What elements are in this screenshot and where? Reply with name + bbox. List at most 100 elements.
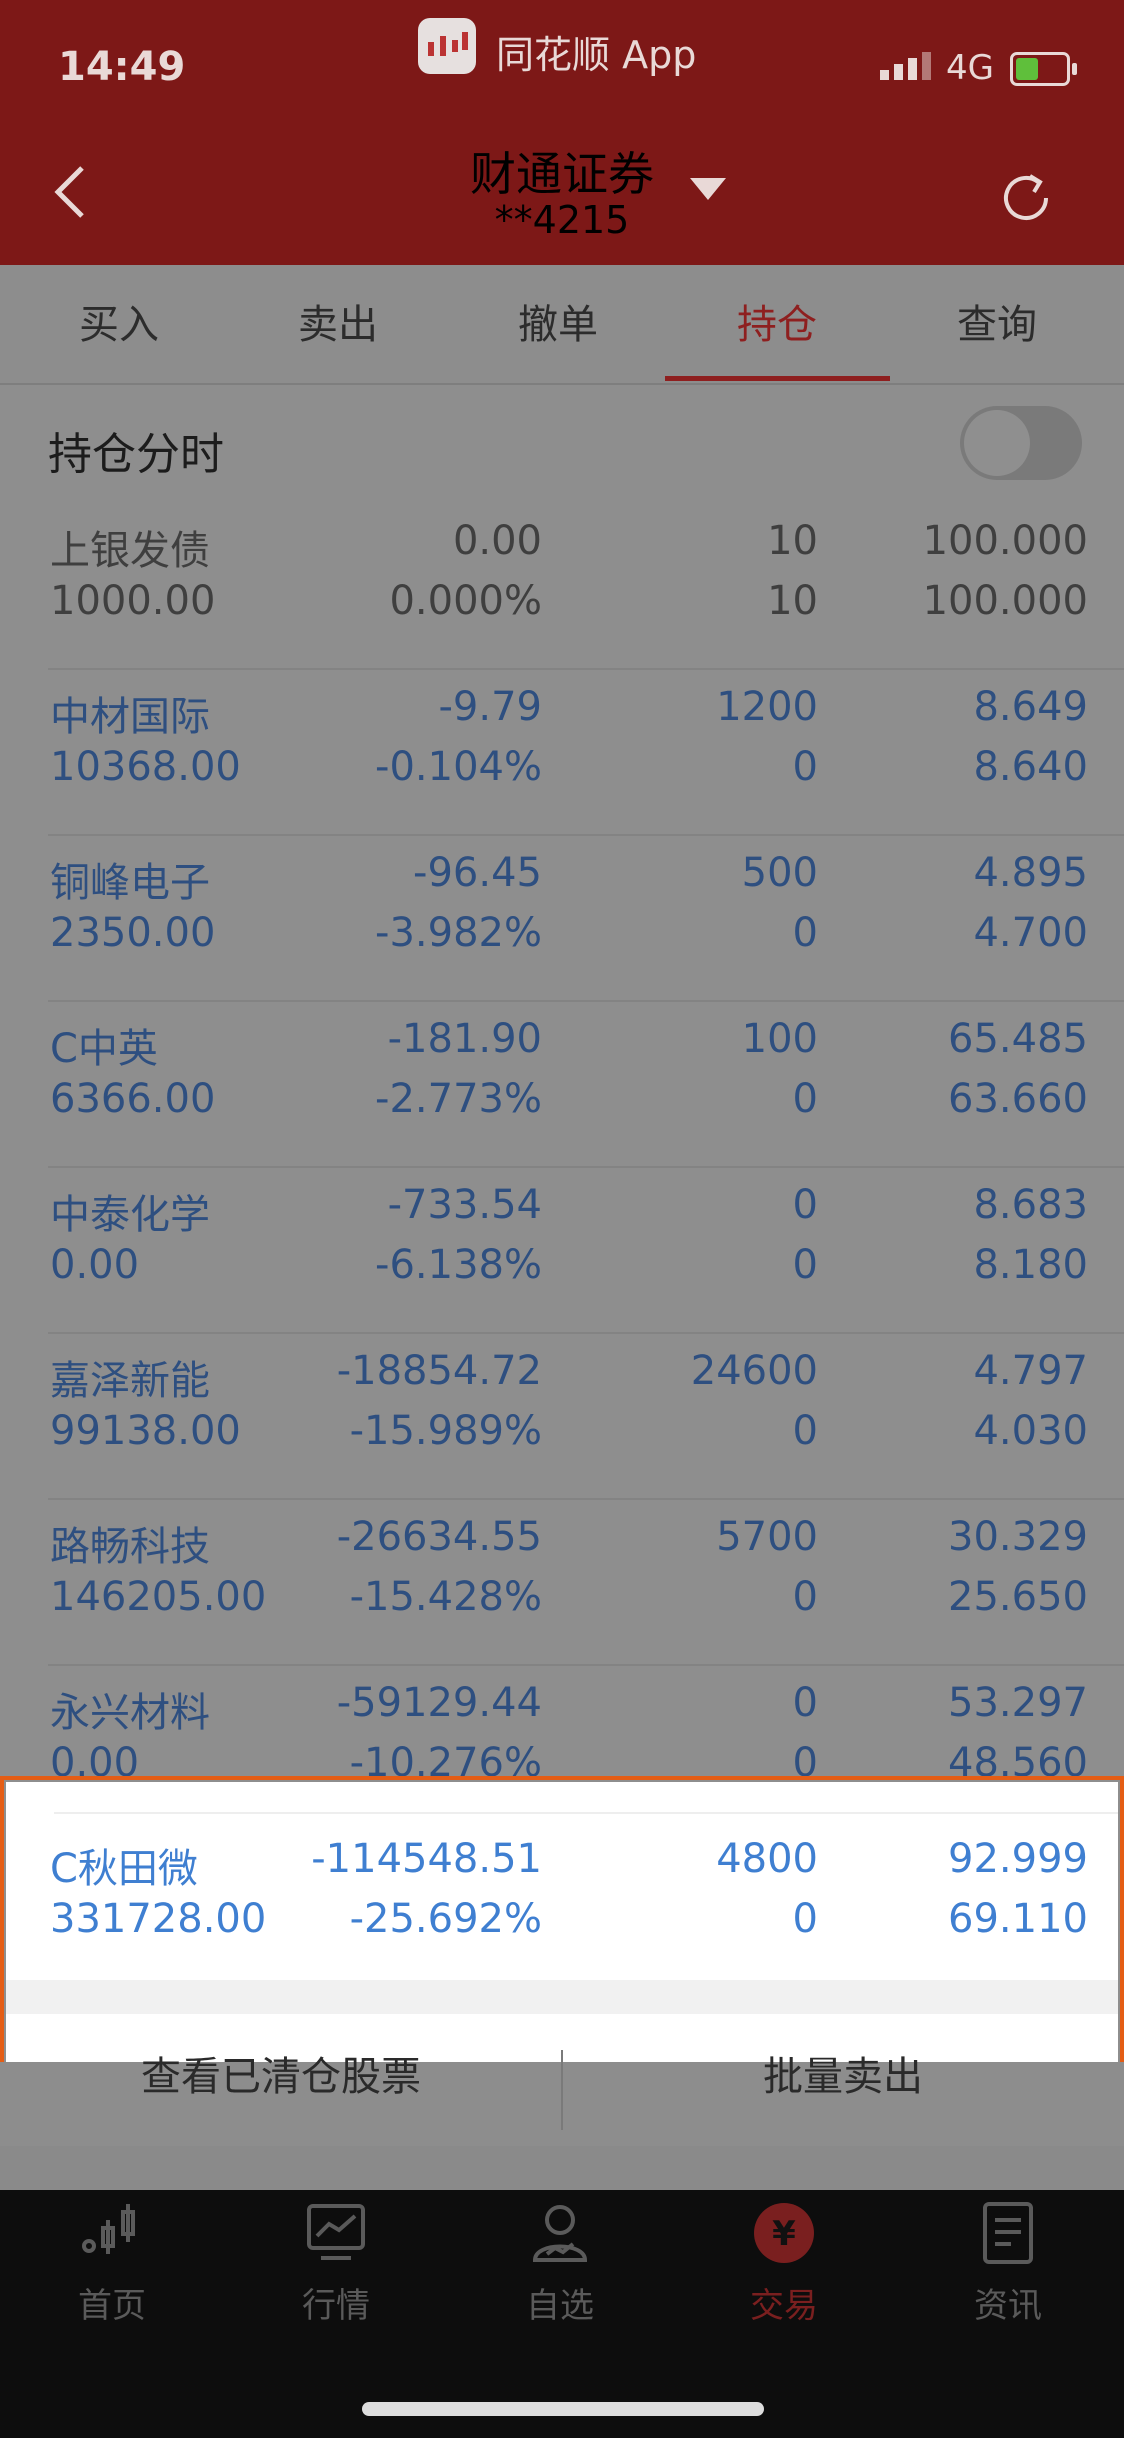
cost-price: 30.329 bbox=[948, 1514, 1088, 1560]
quantity: 100 bbox=[741, 1016, 818, 1062]
content-bottom bbox=[0, 2146, 1124, 2190]
signal-icon bbox=[880, 52, 936, 80]
cost-price: 8.683 bbox=[973, 1182, 1088, 1228]
quantity: 24600 bbox=[690, 1348, 818, 1394]
tab-query[interactable]: 查询 bbox=[885, 265, 1109, 383]
tab-sell[interactable]: 卖出 bbox=[226, 265, 450, 383]
profit-loss: -18854.72 bbox=[336, 1348, 542, 1394]
tabbar-label: 自选 bbox=[526, 2286, 594, 2326]
quantity: 10 bbox=[767, 518, 818, 564]
refresh-icon[interactable] bbox=[994, 166, 1058, 230]
market-value: 99138.00 bbox=[50, 1408, 241, 1454]
profit-loss: -733.54 bbox=[387, 1182, 542, 1228]
view-cleared-button[interactable]: 查看已清仓股票 bbox=[0, 2057, 562, 2097]
holding-row[interactable]: 上银发债 0.00 10 100.000 1000.00 0.000% 10 1… bbox=[0, 504, 1124, 670]
highlight-frame bbox=[0, 1776, 1124, 2066]
holding-row[interactable]: 中泰化学 -733.54 0 8.683 0.00 -6.138% 0 8.18… bbox=[0, 1168, 1124, 1334]
stock-name: 中材国际 bbox=[50, 694, 210, 740]
batch-sell-button[interactable]: 批量卖出 bbox=[562, 2057, 1124, 2097]
current-price: 4.700 bbox=[973, 910, 1088, 956]
status-bar: 14:49 同花顺 App 4G bbox=[0, 0, 1124, 130]
cost-price: 100.000 bbox=[922, 518, 1088, 564]
market-value: 10368.00 bbox=[50, 744, 241, 790]
available-quantity: 0 bbox=[792, 1408, 818, 1454]
profit-loss: -9.79 bbox=[438, 684, 543, 730]
quantity: 5700 bbox=[716, 1514, 818, 1560]
tabbar-news[interactable]: 资讯 bbox=[896, 2198, 1120, 2327]
tab-cancel[interactable]: 撤单 bbox=[446, 265, 670, 383]
battery-icon bbox=[1010, 52, 1077, 86]
profit-loss: -181.90 bbox=[387, 1016, 542, 1062]
holding-row[interactable]: 铜峰电子 -96.45 500 4.895 2350.00 -3.982% 0 … bbox=[0, 836, 1124, 1002]
stock-name: 上银发债 bbox=[50, 528, 210, 574]
tabbar-label: 首页 bbox=[78, 2286, 146, 2326]
profit-percent: -15.428% bbox=[349, 1574, 542, 1620]
profit-loss: 0.00 bbox=[452, 518, 542, 564]
stock-name: 嘉泽新能 bbox=[50, 1358, 210, 1404]
hold-time-label: 持仓分时 bbox=[48, 429, 224, 480]
chevron-down-icon[interactable] bbox=[690, 178, 726, 200]
account-number: **4215 bbox=[494, 198, 630, 242]
cost-price: 4.797 bbox=[973, 1348, 1088, 1394]
cost-price: 4.895 bbox=[973, 850, 1088, 896]
cost-price: 65.485 bbox=[948, 1016, 1088, 1062]
profit-percent: -2.773% bbox=[375, 1076, 542, 1122]
profit-loss: -96.45 bbox=[413, 850, 542, 896]
available-quantity: 0 bbox=[792, 1574, 818, 1620]
current-price: 63.660 bbox=[948, 1076, 1088, 1122]
market-value: 146205.00 bbox=[50, 1574, 267, 1620]
market-value: 6366.00 bbox=[50, 1076, 216, 1122]
tabbar-label: 资讯 bbox=[974, 2286, 1042, 2326]
tab-holdings[interactable]: 持仓 bbox=[665, 265, 889, 383]
available-quantity: 0 bbox=[792, 1076, 818, 1122]
holding-row[interactable]: C中英 -181.90 100 65.485 6366.00 -2.773% 0… bbox=[0, 1002, 1124, 1168]
holding-row[interactable]: 嘉泽新能 -18854.72 24600 4.797 99138.00 -15.… bbox=[0, 1334, 1124, 1500]
trade-tabs: 买入 卖出 撤单 持仓 查询 bbox=[0, 265, 1124, 385]
stock-name: C中英 bbox=[50, 1026, 158, 1072]
candlestick-icon bbox=[77, 2198, 147, 2268]
profit-loss: -26634.55 bbox=[336, 1514, 542, 1560]
cost-price: 8.649 bbox=[973, 684, 1088, 730]
tabbar-market[interactable]: 行情 bbox=[224, 2198, 448, 2327]
tabbar-trade[interactable]: ¥ 交易 bbox=[672, 2198, 896, 2327]
broker-title[interactable]: 财通证券 bbox=[0, 138, 1124, 204]
available-quantity: 0 bbox=[792, 1242, 818, 1288]
available-quantity: 0 bbox=[792, 744, 818, 790]
market-value: 1000.00 bbox=[50, 578, 216, 624]
profit-percent: 0.000% bbox=[389, 578, 542, 624]
active-tab-indicator bbox=[665, 376, 890, 381]
quantity: 1200 bbox=[716, 684, 818, 730]
yen-icon: ¥ bbox=[749, 2198, 819, 2268]
holding-row[interactable]: 路畅科技 -26634.55 5700 30.329 146205.00 -15… bbox=[0, 1500, 1124, 1666]
profit-percent: -15.989% bbox=[349, 1408, 542, 1454]
quantity: 500 bbox=[741, 850, 818, 896]
current-price: 8.180 bbox=[973, 1242, 1088, 1288]
quantity: 0 bbox=[792, 1680, 818, 1726]
stock-name: 中泰化学 bbox=[50, 1192, 210, 1238]
source-app-name[interactable]: 同花顺 App bbox=[496, 24, 696, 79]
holding-row[interactable]: 中材国际 -9.79 1200 8.649 10368.00 -0.104% 0… bbox=[0, 670, 1124, 836]
hold-time-toggle[interactable] bbox=[960, 406, 1082, 480]
stock-name: 永兴材料 bbox=[50, 1690, 210, 1736]
current-price: 25.650 bbox=[948, 1574, 1088, 1620]
toggle-knob bbox=[964, 410, 1030, 476]
profit-percent: -3.982% bbox=[375, 910, 542, 956]
person-icon bbox=[525, 2198, 595, 2268]
tabbar-watchlist[interactable]: 自选 bbox=[448, 2198, 672, 2327]
document-icon bbox=[973, 2198, 1043, 2268]
current-price: 8.640 bbox=[973, 744, 1088, 790]
tabbar-label: 行情 bbox=[302, 2286, 370, 2326]
actions-divider bbox=[561, 2050, 563, 2130]
current-price: 4.030 bbox=[973, 1408, 1088, 1454]
market-value: 2350.00 bbox=[50, 910, 216, 956]
tabbar-label: 交易 bbox=[750, 2286, 818, 2326]
home-indicator[interactable] bbox=[362, 2402, 764, 2416]
tab-buy[interactable]: 买入 bbox=[7, 265, 231, 383]
available-quantity: 10 bbox=[767, 578, 818, 624]
tabbar-home[interactable]: 首页 bbox=[0, 2198, 224, 2327]
status-time: 14:49 bbox=[58, 44, 186, 90]
market-value: 0.00 bbox=[50, 1242, 140, 1288]
stock-name: 路畅科技 bbox=[50, 1524, 210, 1570]
stock-name: 铜峰电子 bbox=[50, 860, 210, 906]
svg-text:¥: ¥ bbox=[772, 2214, 796, 2254]
